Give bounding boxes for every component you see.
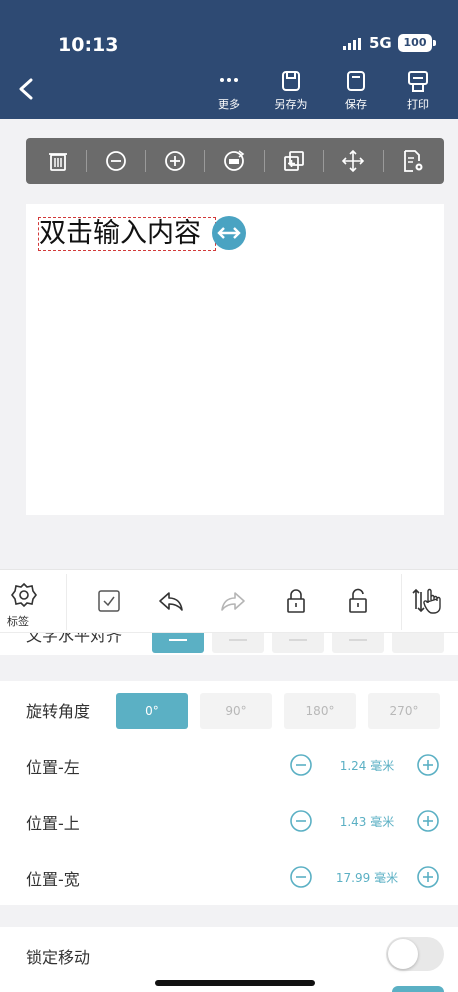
toggle-knob [388, 939, 418, 969]
battery-tip [433, 40, 436, 46]
position-top-value: 1.43 毫米 [339, 815, 395, 829]
copy-add-icon[interactable] [278, 145, 310, 177]
undo-icon[interactable] [154, 584, 188, 618]
text-align-label: 文字水平对齐 [26, 633, 123, 645]
position-top-row: 位置-上 1.43 毫米 [0, 793, 458, 849]
battery-icon: 100 [398, 34, 432, 52]
rotate-90-icon[interactable] [218, 145, 250, 177]
save-button[interactable]: 保存 [331, 70, 381, 116]
status-time: 10:13 [58, 34, 119, 56]
toolbar-divider [264, 150, 265, 172]
print-icon [408, 71, 428, 92]
redo-icon[interactable] [216, 584, 250, 618]
plus-circle-icon[interactable] [416, 753, 440, 777]
align-left-option[interactable] [152, 633, 204, 653]
save-icon [347, 71, 365, 91]
settings-icon[interactable] [397, 145, 429, 177]
label-canvas[interactable]: 双击输入内容 [26, 204, 444, 515]
lock-icon[interactable] [279, 584, 313, 618]
lock-move-toggle[interactable] [386, 937, 444, 971]
save-as-button[interactable]: 另存为 [266, 70, 316, 116]
plus-circle-icon[interactable] [416, 809, 440, 833]
section-divider [0, 655, 458, 681]
print-label: 打印 [407, 98, 429, 111]
edit-toolbar [26, 138, 444, 184]
align-left-icon [169, 639, 187, 641]
quick-bar-divider [66, 574, 67, 630]
position-left-value: 1.24 毫米 [339, 759, 395, 773]
checkbox-icon[interactable] [92, 584, 126, 618]
delete-icon[interactable] [42, 145, 74, 177]
more-icon [220, 78, 238, 82]
move-icon[interactable] [337, 145, 369, 177]
toolbar-divider [383, 150, 384, 172]
print-button[interactable]: 打印 [393, 70, 443, 116]
align-center-icon [229, 639, 247, 641]
toolbar-divider [86, 150, 87, 172]
unlock-icon[interactable] [341, 584, 375, 618]
section-divider [0, 905, 458, 927]
save-as-label: 另存为 [274, 98, 308, 111]
tag-gear-icon[interactable] [7, 578, 41, 612]
next-toggle-peek [392, 986, 444, 992]
rotation-270-option[interactable]: 270° [368, 693, 440, 729]
rotation-180-option[interactable]: 180° [284, 693, 356, 729]
zoom-out-icon[interactable] [100, 145, 132, 177]
more-label: 更多 [218, 98, 240, 111]
align-justify-option[interactable] [332, 633, 384, 653]
network-type: 5G [369, 34, 392, 52]
toolbar-divider [145, 150, 146, 172]
home-indicator [155, 980, 315, 986]
rotation-90-option[interactable]: 90° [200, 693, 272, 729]
rotation-row: 旋转角度 0° 90° 180° 270° [0, 681, 458, 737]
resize-handle-icon[interactable] [212, 216, 246, 250]
tag-label: 标签 [7, 615, 29, 628]
align-right-option[interactable] [272, 633, 324, 653]
position-left-row: 位置-左 1.24 毫米 [0, 737, 458, 793]
text-align-row: 文字水平对齐 [0, 633, 458, 655]
position-width-label: 位置-宽 [26, 870, 80, 889]
align-right-icon [289, 639, 307, 641]
position-width-row: 位置-宽 17.99 毫米 [0, 849, 458, 905]
back-icon[interactable] [16, 78, 38, 100]
zoom-in-icon[interactable] [159, 145, 191, 177]
position-top-label: 位置-上 [26, 814, 80, 833]
save-label: 保存 [345, 98, 367, 111]
plus-circle-icon[interactable] [416, 865, 440, 889]
align-stretch-option[interactable] [392, 633, 444, 653]
align-justify-icon [349, 639, 367, 641]
text-element[interactable]: 双击输入内容 [38, 217, 216, 251]
signal-icon [343, 38, 361, 50]
toolbar-divider [204, 150, 205, 172]
lock-move-label: 锁定移动 [26, 948, 91, 967]
more-button[interactable]: 更多 [204, 70, 254, 116]
hand-sort-icon[interactable] [410, 584, 444, 618]
minus-circle-icon[interactable] [289, 753, 313, 777]
position-width-value: 17.99 毫米 [335, 871, 399, 885]
minus-circle-icon[interactable] [289, 809, 313, 833]
screen: 10:13 5G 100 更多 另存为 保存 打印 双击输入内容 标签 文字水平… [0, 0, 458, 992]
quick-action-bar: 标签 [0, 569, 458, 633]
top-bar: 10:13 5G 100 更多 另存为 保存 打印 [0, 0, 458, 119]
align-center-option[interactable] [212, 633, 264, 653]
rotation-0-option[interactable]: 0° [116, 693, 188, 729]
quick-bar-divider [401, 574, 402, 630]
position-left-label: 位置-左 [26, 758, 80, 777]
minus-circle-icon[interactable] [289, 865, 313, 889]
save-as-icon [282, 71, 300, 91]
rotation-label: 旋转角度 [26, 702, 91, 721]
toolbar-divider [323, 150, 324, 172]
